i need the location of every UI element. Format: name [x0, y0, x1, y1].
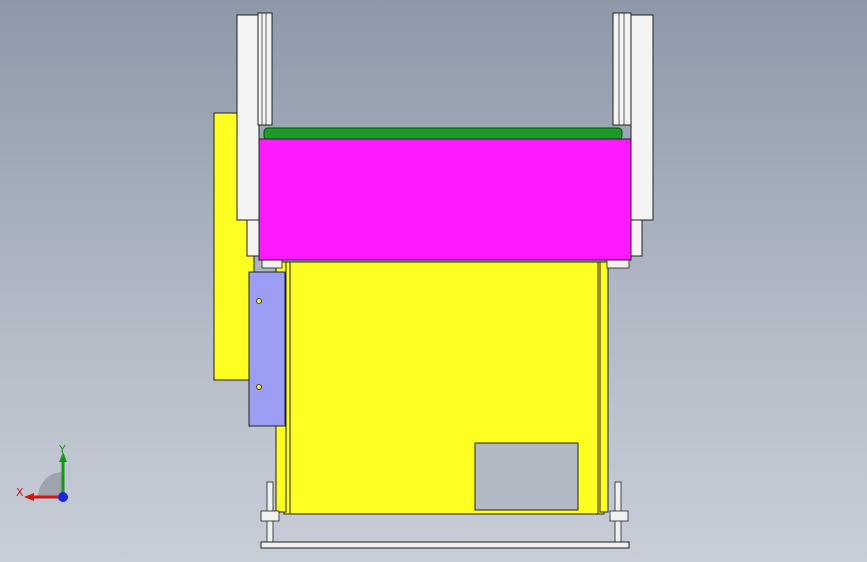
access-window[interactable]	[474, 442, 579, 511]
drive-roller[interactable]	[263, 127, 623, 141]
belt-cover[interactable]	[258, 138, 632, 261]
x-axis-label: X	[16, 486, 24, 499]
triad-graphic	[24, 452, 68, 502]
coordinate-triad: X Y	[10, 440, 80, 510]
base-bar[interactable]	[260, 541, 630, 549]
plate-hole-bottom	[256, 384, 262, 390]
plate-hole-top	[256, 298, 262, 304]
frame-right-post[interactable]	[599, 261, 609, 513]
right-nut[interactable]	[609, 510, 629, 522]
left-nut[interactable]	[260, 510, 280, 522]
graphics-viewport[interactable]: X Y	[0, 0, 867, 562]
assembly-model[interactable]	[0, 0, 867, 562]
y-axis-label: Y	[59, 443, 66, 456]
side-mount-plate[interactable]	[248, 271, 286, 427]
